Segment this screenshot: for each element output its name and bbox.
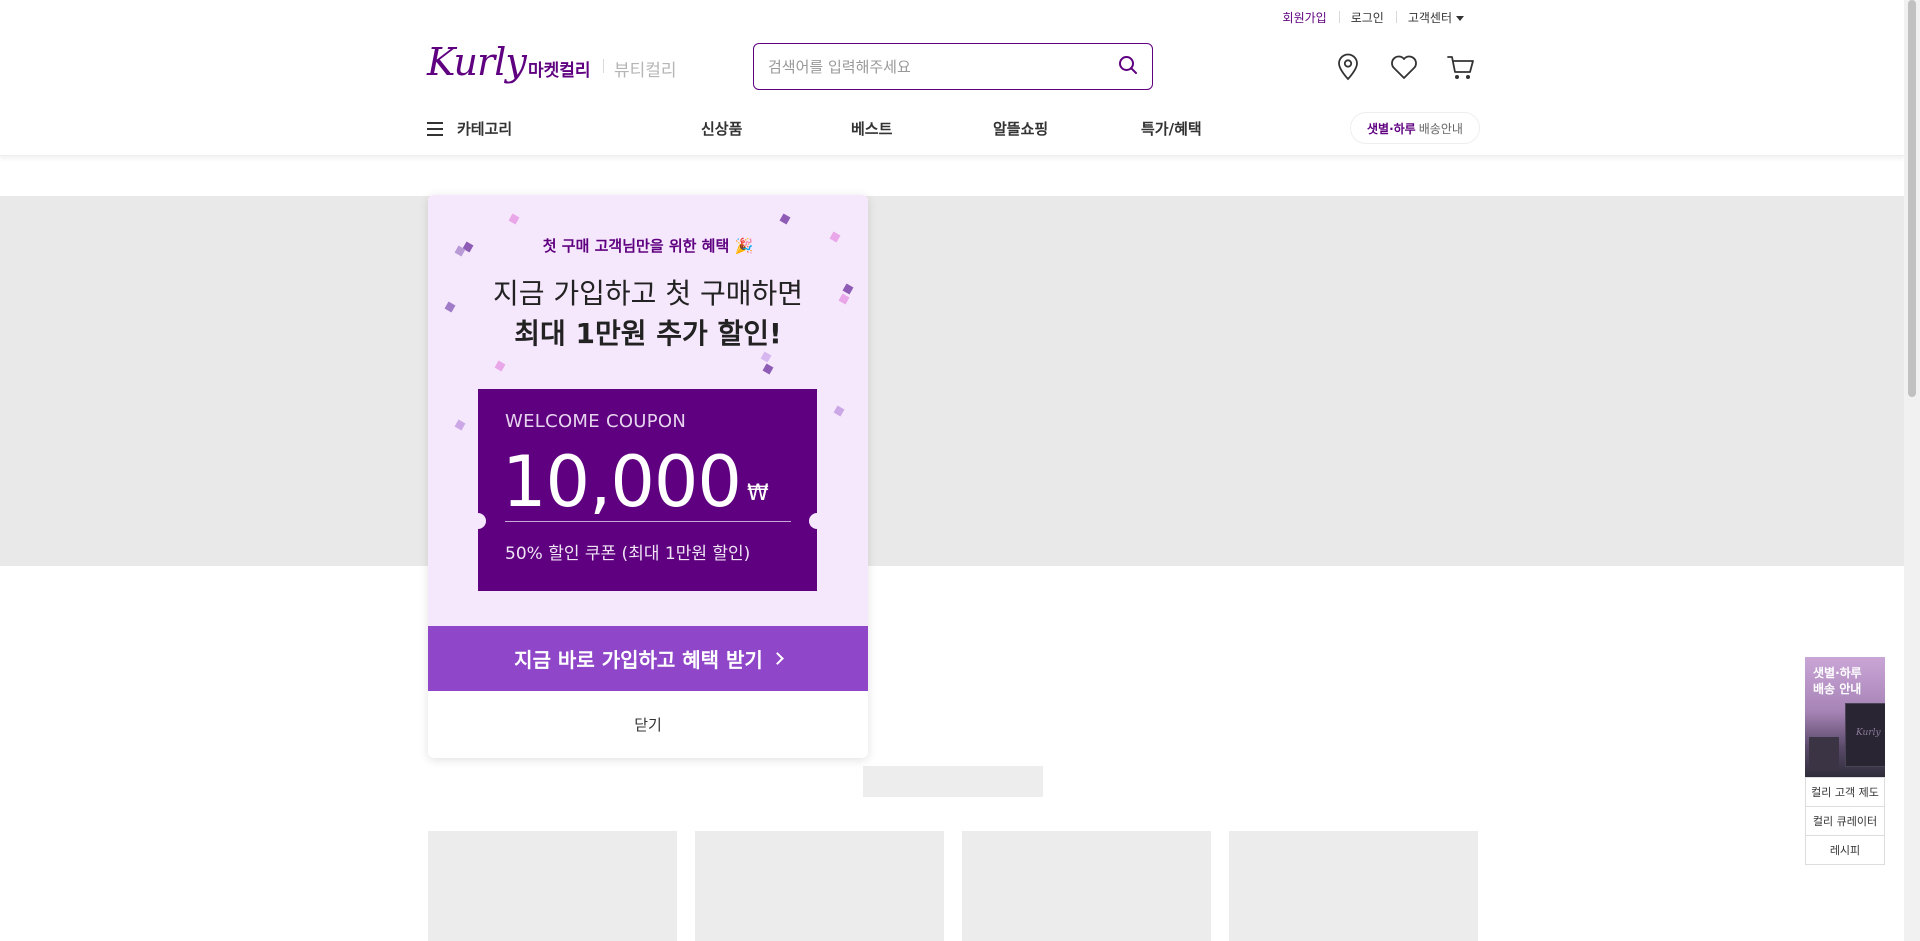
signup-benefit-label: 지금 바로 가입하고 혜택 받기 bbox=[514, 648, 763, 672]
truck-illustration: Kurly bbox=[1845, 703, 1885, 767]
welcome-coupon-popup: 첫 구매 고객님만을 위한 혜택 🎉 지금 가입하고 첫 구매하면 최대 1만원… bbox=[428, 195, 868, 758]
nav-new-products[interactable]: 신상품 bbox=[701, 118, 742, 139]
truck-logo: Kurly bbox=[1856, 728, 1881, 738]
side-quick-menu: 샛별·하루배송 안내 Kurly 컬리 고객 제도 컬리 큐레이터 레시피 bbox=[1805, 657, 1885, 865]
heart-icon[interactable] bbox=[1389, 52, 1419, 82]
cart-icon[interactable] bbox=[1446, 52, 1476, 82]
nav-best[interactable]: 베스트 bbox=[851, 118, 892, 139]
nav-special-deals[interactable]: 특가/혜택 bbox=[1141, 118, 1202, 139]
confetti-decoration bbox=[454, 419, 466, 431]
delivery-info-strong: 샛별·하루 bbox=[1367, 121, 1416, 136]
truck-illustration bbox=[1809, 737, 1839, 771]
confetti-decoration bbox=[762, 363, 774, 375]
tab-market-kurly[interactable]: 마켓컬리 bbox=[528, 56, 591, 81]
welcome-coupon-card: WELCOME COUPON 10,000 ₩ 50% 할인 쿠폰 (최대 1만원… bbox=[470, 389, 825, 591]
side-link-curator[interactable]: 컬리 큐레이터 bbox=[1806, 806, 1884, 835]
main-navigation: 카테고리 신상품 베스트 알뜰쇼핑 특가/혜택 샛별·하루 배송안내 bbox=[0, 100, 1904, 156]
side-link-customer-policy[interactable]: 컬리 고객 제도 bbox=[1806, 777, 1884, 806]
product-card-skeleton bbox=[962, 831, 1211, 941]
utility-links: 회원가입 로그인 고객센터 bbox=[1271, 9, 1476, 26]
customer-center-label: 고객센터 bbox=[1407, 11, 1452, 25]
popup-subtitle-text: 첫 구매 고객님만을 위한 혜택 bbox=[542, 237, 730, 255]
caret-down-icon bbox=[1456, 16, 1464, 21]
confetti-decoration bbox=[833, 405, 845, 417]
popup-hero: 첫 구매 고객님만을 위한 혜택 🎉 지금 가입하고 첫 구매하면 최대 1만원… bbox=[428, 195, 868, 626]
login-link[interactable]: 로그인 bbox=[1338, 9, 1396, 26]
delivery-info-label: 배송안내 bbox=[1418, 121, 1463, 136]
signup-link[interactable]: 회원가입 bbox=[1271, 9, 1339, 26]
section-title-skeleton bbox=[863, 766, 1043, 797]
confetti-decoration bbox=[760, 351, 772, 363]
category-menu[interactable]: 카테고리 bbox=[427, 118, 512, 139]
popup-headline-1: 지금 가입하고 첫 구매하면 bbox=[492, 277, 804, 310]
coupon-notch-left bbox=[470, 513, 486, 529]
tab-divider bbox=[603, 59, 604, 73]
coupon-divider bbox=[505, 521, 791, 522]
main-banner-placeholder bbox=[0, 196, 1904, 566]
kurly-logo[interactable]: Kurly bbox=[427, 40, 527, 84]
nav-bargain[interactable]: 알뜰쇼핑 bbox=[993, 118, 1048, 139]
product-card-skeleton bbox=[695, 831, 944, 941]
menu-icon bbox=[427, 121, 443, 136]
popup-subtitle: 첫 구매 고객님만을 위한 혜택 🎉 bbox=[428, 235, 868, 256]
banner-line-1: 샛별·하루 bbox=[1813, 666, 1862, 680]
won-currency-icon: ₩ bbox=[746, 481, 769, 506]
search-icon[interactable] bbox=[1118, 55, 1138, 79]
party-popper-icon: 🎉 bbox=[734, 237, 754, 255]
coupon-notch-right bbox=[809, 513, 825, 529]
search-input[interactable] bbox=[768, 57, 1118, 76]
product-card-skeleton bbox=[428, 831, 677, 941]
banner-line-2: 배송 안내 bbox=[1813, 682, 1862, 696]
confetti-decoration bbox=[508, 213, 520, 225]
tab-beauty-kurly[interactable]: 뷰티컬리 bbox=[614, 56, 677, 81]
signup-benefit-button[interactable]: 지금 바로 가입하고 혜택 받기 bbox=[428, 626, 868, 691]
coupon-description: 50% 할인 쿠폰 (최대 1만원 할인) bbox=[505, 544, 751, 564]
popup-close-button[interactable]: 닫기 bbox=[428, 691, 868, 758]
coupon-amount: 10,000 bbox=[502, 441, 742, 523]
confetti-decoration bbox=[779, 213, 791, 225]
side-link-recipe[interactable]: 레시피 bbox=[1806, 835, 1884, 864]
search-box bbox=[753, 43, 1153, 90]
category-label: 카테고리 bbox=[457, 120, 513, 138]
scrollbar-thumb[interactable] bbox=[1908, 0, 1916, 397]
confetti-decoration bbox=[494, 360, 506, 372]
customer-center-menu[interactable]: 고객센터 bbox=[1395, 9, 1476, 26]
popup-headline-2: 최대 1만원 추가 할인! bbox=[514, 317, 782, 350]
coupon-amount-row: 10,000 ₩ bbox=[502, 441, 769, 523]
delivery-info-button[interactable]: 샛별·하루 배송안내 bbox=[1350, 112, 1480, 144]
product-card-skeleton bbox=[1229, 831, 1478, 941]
chevron-right-icon bbox=[770, 652, 784, 665]
location-icon[interactable] bbox=[1333, 52, 1363, 82]
side-links: 컬리 고객 제도 컬리 큐레이터 레시피 bbox=[1805, 777, 1885, 865]
page-scrollbar[interactable] bbox=[1904, 0, 1920, 941]
delivery-guide-banner[interactable]: 샛별·하루배송 안내 Kurly bbox=[1805, 657, 1885, 777]
delivery-guide-banner-text: 샛별·하루배송 안내 bbox=[1813, 665, 1862, 697]
coupon-title: WELCOME COUPON bbox=[505, 411, 687, 432]
